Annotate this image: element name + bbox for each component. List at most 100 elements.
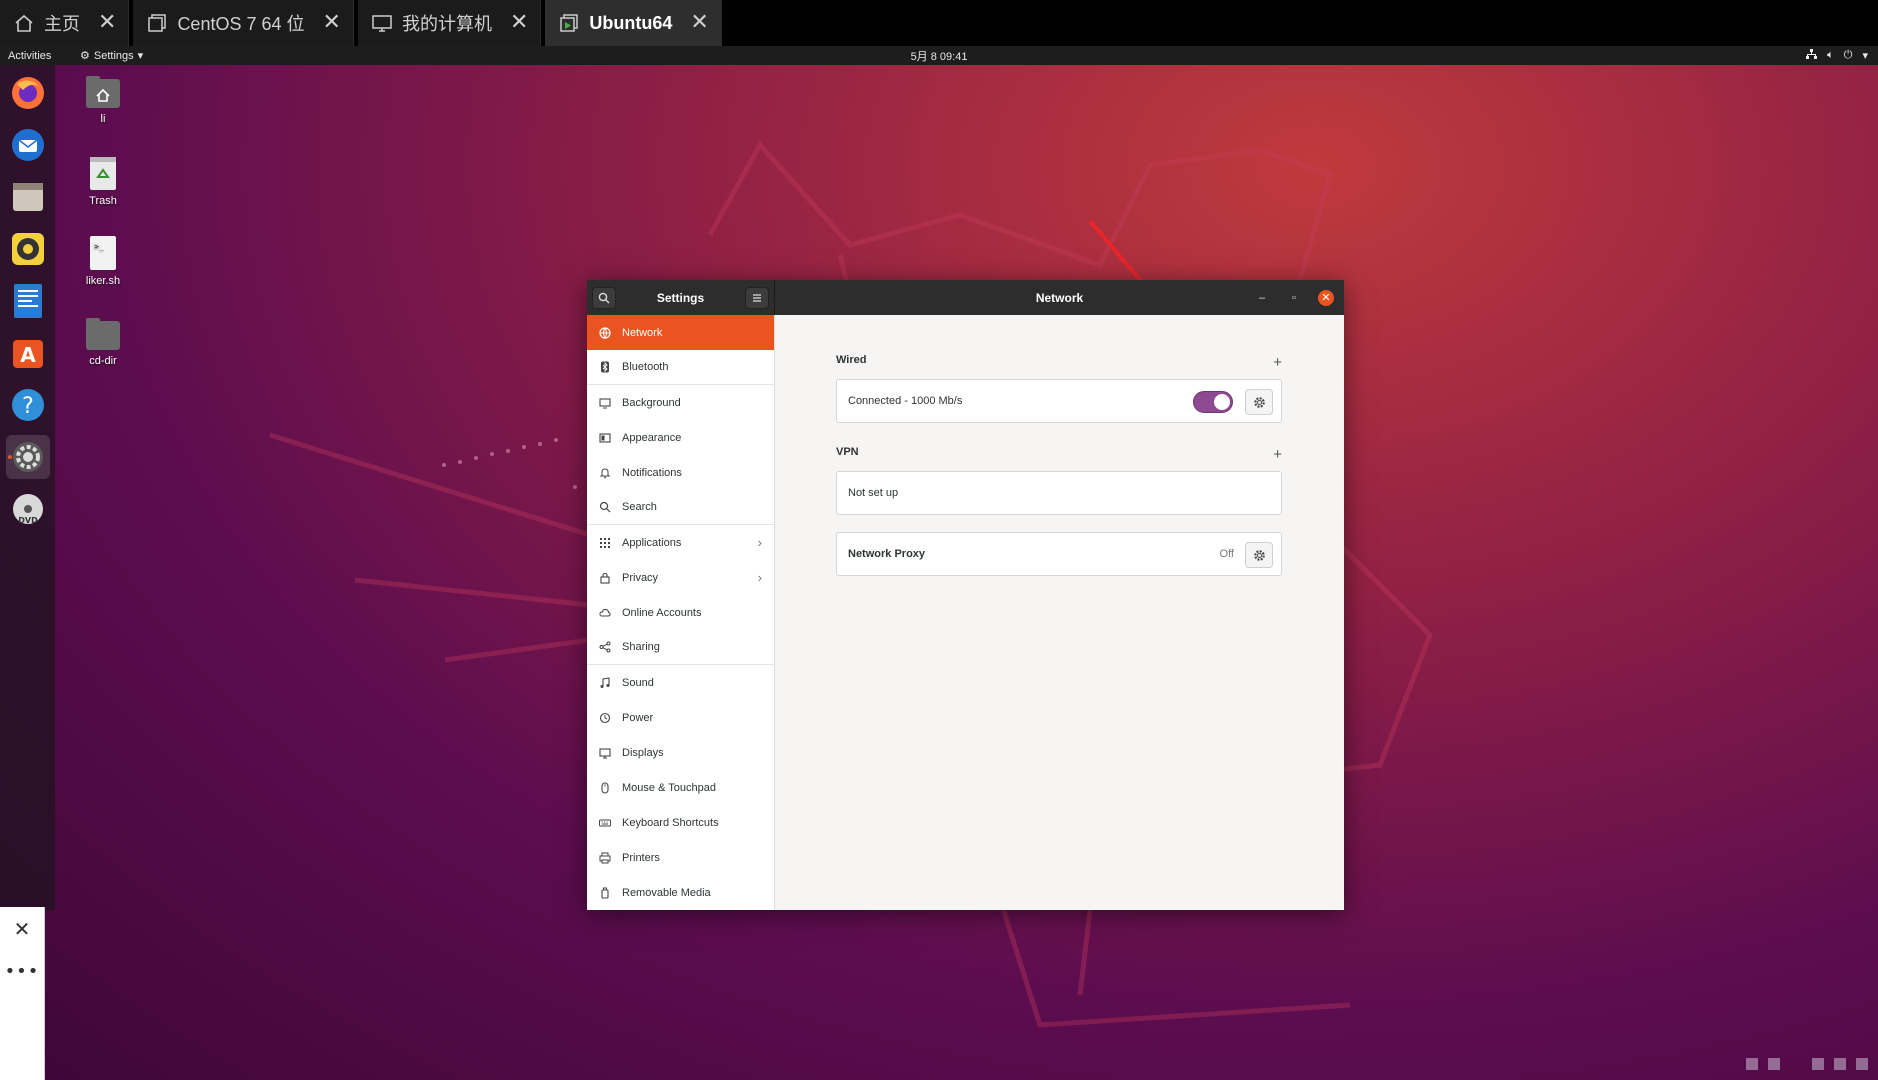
printer-icon [598,851,612,865]
sidebar-item-sharing[interactable]: Sharing [587,630,774,665]
add-wired-button[interactable]: + [1273,354,1282,371]
script-file-icon: >_ [90,236,116,270]
power-icon [598,711,612,725]
desktop-icon-label: liker.sh [85,275,121,287]
search-icon [598,500,612,514]
privacy-icon [598,571,612,585]
sidebar-item-search[interactable]: Search [587,490,774,525]
close-icon[interactable]: ✕ [690,12,708,34]
network-status-icon [1806,48,1818,63]
dock-software[interactable]: A [6,331,50,375]
more-options-icon[interactable]: ••• [5,961,40,982]
toggle-knob [1214,394,1230,410]
tab-label: 我的计算机 [401,14,492,34]
sidebar-item-appearance[interactable]: Appearance [587,420,774,455]
sidebar-item-displays[interactable]: Displays [587,735,774,770]
writer-icon [13,284,42,318]
vm-tab-my-computer[interactable]: 我的计算机 ✕ [357,0,542,46]
close-icon[interactable]: ✕ [323,12,341,34]
app-menu-label: Settings [93,49,134,62]
gear-icon [1253,396,1265,408]
proxy-label: Network Proxy [848,548,926,560]
sidebar-item-printers[interactable]: Printers [587,840,774,875]
sidebar-item-mouse-touchpad[interactable]: Mouse & Touchpad [587,770,774,805]
svg-text:A: A [20,343,36,367]
settings-sidebar: Network Bluetooth Background Appearance … [587,315,775,910]
hamburger-icon [753,293,761,302]
add-vpn-button[interactable]: + [1273,446,1282,463]
dock-dvd[interactable]: DVD [6,487,50,531]
maximize-button[interactable]: ▫ [1286,290,1302,306]
wired-status: Connected - 1000 Mb/s [848,395,963,407]
help-icon: ? [11,389,44,421]
dock-help[interactable]: ? [6,383,50,427]
wired-settings-button[interactable] [1245,389,1273,415]
volume-icon: 🔈︎ [1827,49,1834,61]
rhythmbox-icon [11,233,44,265]
dock-firefox[interactable] [6,71,50,115]
dock-files[interactable] [6,175,50,219]
dock-rhythmbox[interactable] [6,227,50,271]
menu-button[interactable] [745,286,769,309]
desktop-icon-home[interactable]: li [68,75,138,125]
files-icon [12,183,43,211]
system-tray[interactable]: 🔈︎ ⏻ ▾ [1806,46,1868,65]
home-icon [12,11,36,35]
dock-writer[interactable] [6,279,50,323]
close-icon[interactable]: ✕ [98,12,116,34]
vpn-section-header: VPN + [836,446,1282,463]
sidebar-item-notifications[interactable]: Notifications [587,455,774,490]
close-button[interactable]: ✕ [1318,289,1334,306]
notifications-icon [598,466,612,480]
workspace-indicator [1746,1058,1868,1070]
sidebar-item-privacy[interactable]: Privacy › [587,560,774,595]
close-icon[interactable]: ✕ [510,12,528,34]
gear-icon [1253,549,1265,561]
sidebar-item-bluetooth[interactable]: Bluetooth [587,350,774,385]
desktop-icon-script[interactable]: >_ liker.sh [68,235,138,287]
vm-side-panel: ✕ ••• [0,907,45,1080]
sidebar-item-background[interactable]: Background [587,385,774,420]
monitor-icon [370,11,394,35]
clock[interactable]: 5月 8 09:41 [0,48,1878,64]
wired-toggle[interactable] [1193,391,1233,413]
sidebar-item-network[interactable]: Network [587,315,774,350]
wired-section-header: Wired + [836,354,1282,371]
vm-tab-centos[interactable]: CentOS 7 64 位 ✕ [133,0,354,46]
vm-tab-bar: 主页 ✕ CentOS 7 64 位 ✕ 我的计算机 ✕ Ubuntu64 ✕ [0,0,1878,46]
dock: A ? DVD [0,65,55,910]
header-bar: Settings Network – ▫ ✕ [587,280,1344,315]
vpn-title: VPN [836,446,859,458]
sidebar-item-label: Printers [622,851,660,864]
dvd-icon: DVD [12,494,43,525]
background-icon [598,396,612,410]
sidebar-item-label: Notifications [622,466,682,479]
proxy-settings-button[interactable] [1245,542,1273,568]
dock-thunderbird[interactable] [6,123,50,167]
vm-tab-home[interactable]: 主页 ✕ [0,0,130,46]
bluetooth-icon [598,360,612,374]
desktop-icon-trash[interactable]: Trash [68,155,138,207]
sidebar-item-applications[interactable]: Applications › [587,525,774,560]
sidebar-item-power[interactable]: Power [587,700,774,735]
vm-tab-ubuntu64[interactable]: Ubuntu64 ✕ [545,0,722,46]
folder-icon [86,318,120,350]
dock-settings[interactable] [5,435,50,479]
close-icon[interactable]: ✕ [14,917,31,941]
svg-text:DVD: DVD [18,516,38,525]
firefox-icon [11,77,44,109]
search-button[interactable] [592,286,616,309]
sidebar-item-removable-media[interactable]: Removable Media [587,875,774,910]
sidebar-item-sound[interactable]: Sound [587,665,774,700]
minimize-button[interactable]: – [1254,290,1270,306]
sidebar-item-keyboard-shortcuts[interactable]: Keyboard Shortcuts [587,805,774,840]
removable-media-icon [598,886,612,900]
desktop-icon-label: Trash [89,195,117,207]
vm-icon [145,11,169,35]
activities-button[interactable]: Activities [0,50,80,62]
thunderbird-icon [11,129,44,161]
desktop-icon-folder[interactable]: cd-dir [68,317,138,367]
sidebar-item-online-accounts[interactable]: Online Accounts [587,595,774,630]
network-proxy-row[interactable]: Network Proxy Off [836,532,1282,576]
app-menu[interactable]: ⚙ Settings ▾ [80,49,143,63]
